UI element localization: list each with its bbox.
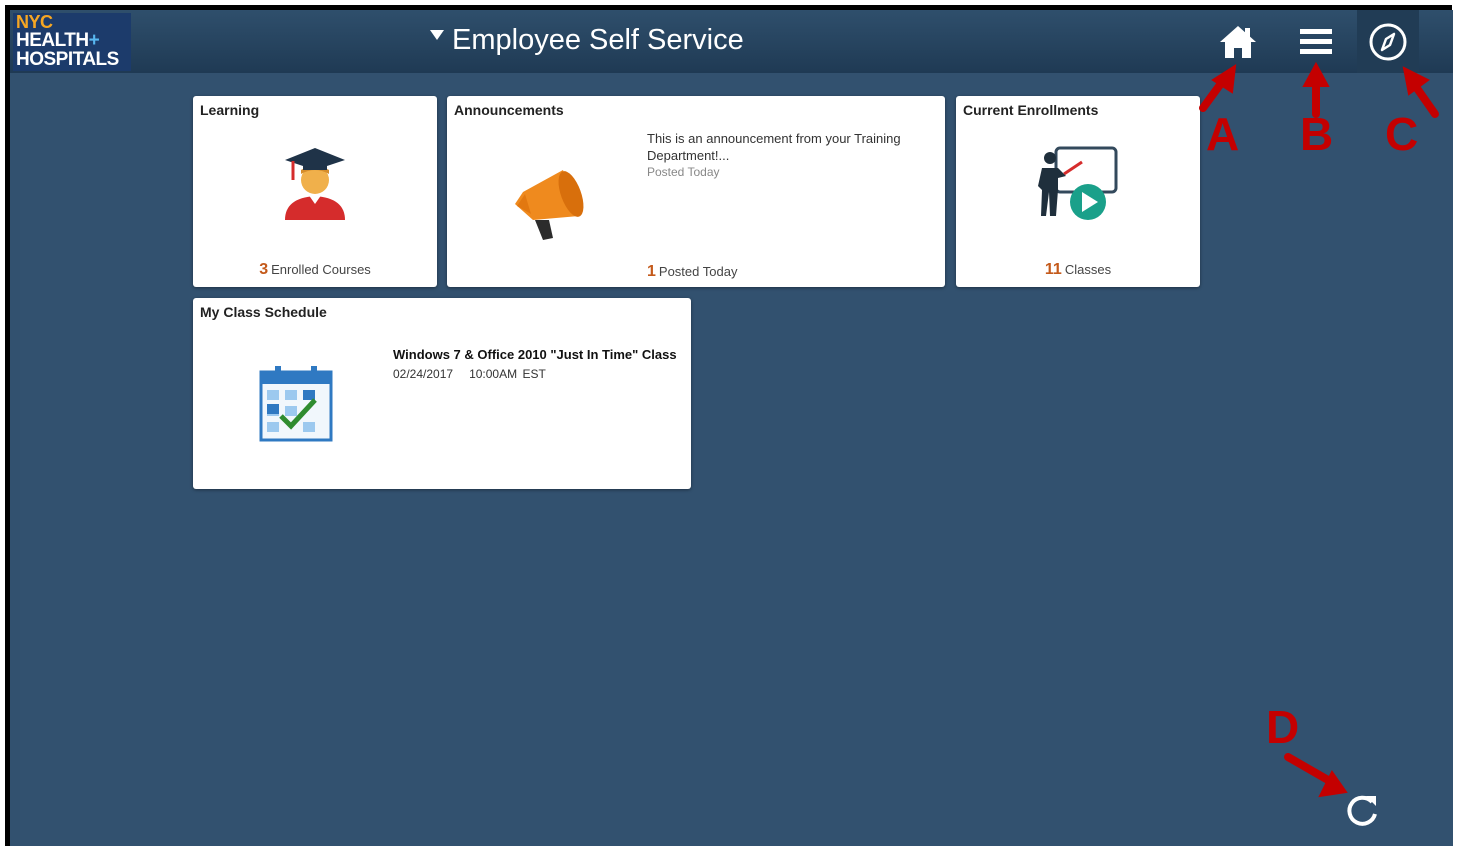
tile-title: Learning [200,102,260,118]
enrolled-label: Enrolled Courses [271,262,371,277]
home-button[interactable] [1213,10,1263,73]
refresh-button[interactable] [1338,786,1386,834]
compass-icon [1369,23,1407,60]
logo-health: HEALTH [16,30,89,51]
announcement-text: This is an announcement from your Traini… [647,131,901,163]
app-screen: NYC HEALTH+ HOSPITALS Employee Self Serv… [10,10,1453,846]
caret-down-icon [430,30,444,40]
tile-title: My Class Schedule [200,304,327,320]
logo-nyc: NYC [16,12,53,32]
tile-learning[interactable]: Learning 3 Enrolled Courses [193,96,437,287]
enrolled-count: 3 [259,261,269,278]
logo-health-line: HEALTH+ [16,31,131,50]
actions-menu-button[interactable] [1291,10,1341,73]
graduate-icon [285,148,345,220]
calendar-check-icon [259,366,333,442]
homepage-selector[interactable]: Employee Self Service [430,20,744,60]
class-date: 02/24/2017 [393,367,454,381]
posted-label: Posted Today [658,264,738,279]
refresh-icon [1347,795,1377,826]
classes-label: Classes [1064,262,1112,277]
page-title: Employee Self Service [452,24,744,56]
marker-c: C [1385,108,1419,160]
tile-announcements[interactable]: Announcements This is an announcement fr… [447,96,945,287]
home-icon [1220,25,1256,58]
logo-hospitals: HOSPITALS [16,49,119,70]
tile-footer: 3 Enrolled Courses [193,261,437,279]
marker-b: B [1300,108,1334,160]
megaphone-icon [515,170,584,240]
marker-a: A [1206,108,1240,160]
class-datetime: 02/24/2017 10:00AM EST [393,367,683,381]
class-name: Windows 7 & Office 2010 "Just In Time" C… [393,347,677,362]
posted-count: 1 [647,263,656,280]
menu-icon [1300,28,1332,54]
announcement-posted: Posted Today [647,165,720,179]
tile-my-class-schedule[interactable]: My Class Schedule Windows 7 & Office 201… [193,298,691,489]
top-banner: NYC HEALTH+ HOSPITALS Employee Self Serv… [10,10,1453,73]
tile-current-enrollments[interactable]: Current Enrollments 11 Classes [956,96,1200,287]
tile-title: Current Enrollments [963,102,1099,118]
marker-d: D [1266,701,1300,753]
tile-footer: 1 Posted Today [647,263,737,281]
schedule-details: Windows 7 & Office 2010 "Just In Time" C… [393,346,683,381]
navbar-button[interactable] [1363,10,1413,73]
classes-count: 11 [1044,261,1062,278]
tile-footer: 11 Classes [956,261,1200,279]
arrow-a-icon [1199,74,1229,112]
announcement-body: This is an announcement from your Traini… [647,130,907,181]
class-time: 10:00AM EST [469,367,546,381]
logo-plus: + [88,30,100,51]
nyc-health-hospitals-logo: NYC HEALTH+ HOSPITALS [13,13,131,71]
instructor-icon [1038,146,1118,220]
tile-title: Announcements [454,102,564,118]
